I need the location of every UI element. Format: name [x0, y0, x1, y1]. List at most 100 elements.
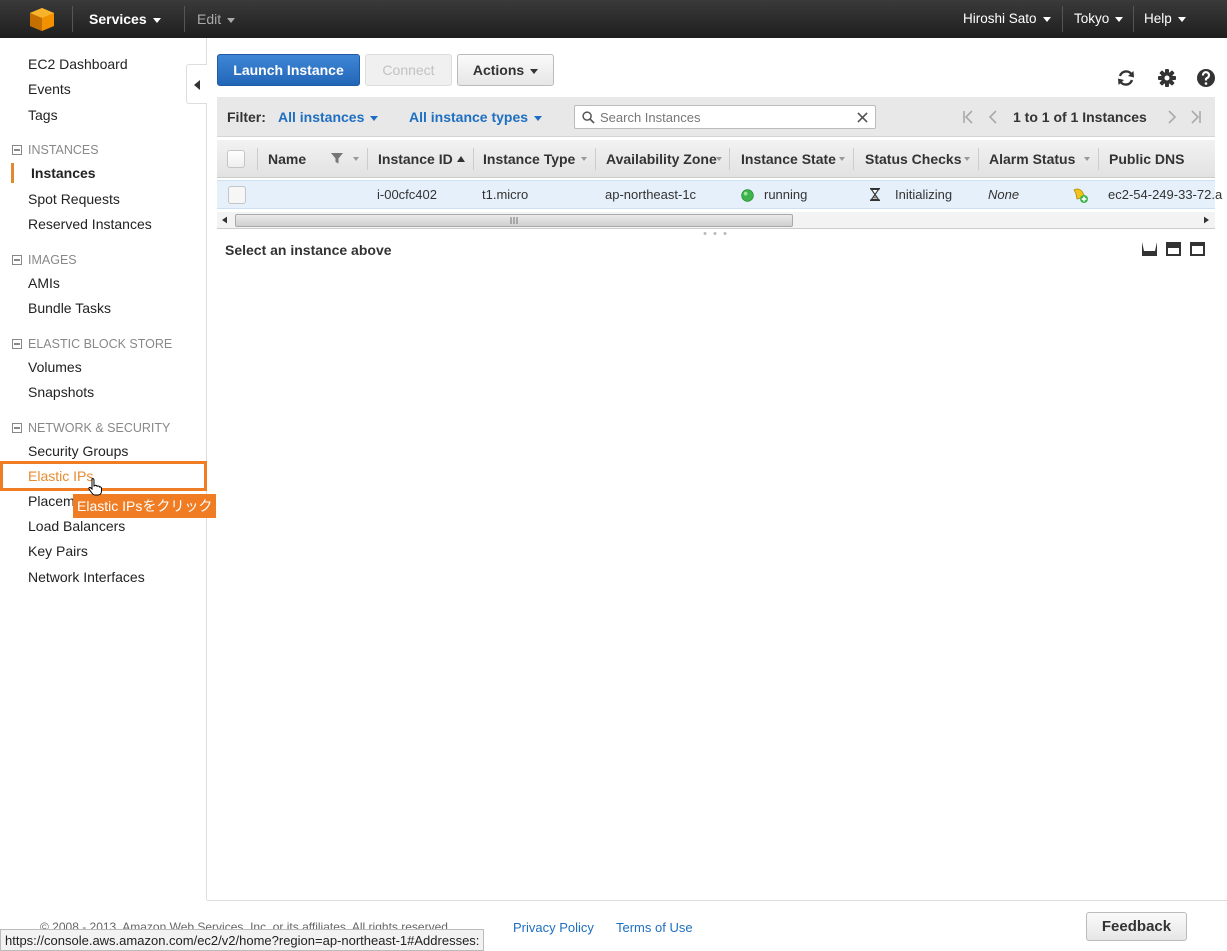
first-page-icon[interactable] [962, 110, 974, 124]
user-menu[interactable]: Hiroshi Sato [963, 0, 1051, 38]
chevron-down-icon [530, 68, 539, 74]
terms-of-use-link[interactable]: Terms of Use [616, 920, 693, 935]
instance-types-filter-dropdown[interactable]: All instance types [409, 109, 543, 125]
last-page-icon[interactable] [1190, 110, 1202, 124]
actions-button[interactable]: Actions [457, 54, 554, 86]
services-menu[interactable]: Services [89, 0, 161, 38]
add-alarm-icon[interactable] [1071, 186, 1089, 204]
cell-alarm-status: None [988, 187, 1020, 202]
search-input[interactable]: Search Instances [574, 105, 876, 129]
gear-icon[interactable] [1157, 68, 1177, 88]
annotation-callout: Elastic IPsをクリック [73, 494, 217, 518]
aws-logo-icon[interactable] [28, 6, 56, 32]
chevron-down-icon [534, 115, 543, 121]
sidebar-item-events[interactable]: Events [28, 81, 71, 97]
edit-label: Edit [197, 11, 222, 27]
panel-full-icon[interactable] [1190, 242, 1205, 256]
sidebar-item-load-balancers[interactable]: Load Balancers [28, 518, 125, 534]
chevron-down-icon [152, 17, 161, 23]
horizontal-scrollbar[interactable] [217, 212, 1215, 229]
actions-label: Actions [472, 62, 525, 78]
nav-separator [1062, 6, 1063, 32]
column-separator [729, 148, 730, 170]
column-header-instance-type[interactable]: Instance Type [483, 140, 575, 178]
select-all-checkbox[interactable] [227, 150, 245, 168]
row-checkbox[interactable] [228, 186, 246, 204]
sidebar-item-reserved-instances[interactable]: Reserved Instances [28, 216, 152, 232]
resize-handle-icon[interactable] [702, 231, 728, 236]
sidebar-section-images[interactable]: IMAGES [12, 253, 77, 267]
search-placeholder: Search Instances [600, 110, 701, 125]
scroll-left-icon[interactable] [222, 216, 227, 224]
nav-separator [1133, 6, 1134, 32]
sidebar-item-tags[interactable]: Tags [28, 107, 58, 123]
filter-funnel-icon[interactable] [330, 151, 344, 165]
sidebar-item-volumes[interactable]: Volumes [28, 359, 82, 375]
column-header-status-checks[interactable]: Status Checks [865, 140, 961, 178]
launch-instance-button[interactable]: Launch Instance [217, 54, 360, 86]
column-header-instance-state[interactable]: Instance State [741, 140, 836, 178]
panel-half-icon[interactable] [1166, 242, 1181, 256]
column-header-alarm-status[interactable]: Alarm Status [989, 140, 1075, 178]
top-nav: Services Edit Hiroshi Sato Tokyo Help [0, 0, 1227, 38]
sort-caret-icon[interactable] [581, 157, 587, 161]
sidebar-item-security-groups[interactable]: Security Groups [28, 443, 128, 459]
feedback-button[interactable]: Feedback [1086, 912, 1187, 941]
collapse-minus-icon [12, 339, 22, 349]
sort-caret-icon[interactable] [1084, 157, 1090, 161]
sidebar-item-key-pairs[interactable]: Key Pairs [28, 543, 88, 559]
instances-filter-dropdown[interactable]: All instances [278, 109, 379, 125]
hand-cursor-icon [88, 478, 102, 496]
next-page-icon[interactable] [1167, 110, 1177, 124]
sort-caret-icon[interactable] [353, 157, 359, 161]
help-menu[interactable]: Help [1144, 0, 1186, 38]
column-separator [853, 148, 854, 170]
sidebar-item-ec2-dashboard[interactable]: EC2 Dashboard [28, 56, 128, 72]
sort-caret-icon[interactable] [839, 157, 845, 161]
help-icon[interactable] [1196, 68, 1216, 88]
column-header-instance-id[interactable]: Instance ID [378, 140, 453, 178]
chevron-down-icon [227, 17, 236, 23]
sidebar-item-amis[interactable]: AMIs [28, 275, 60, 291]
sidebar-item-placement-groups[interactable]: Placem [28, 493, 75, 509]
region-label: Tokyo [1074, 11, 1110, 26]
sidebar-item-spot-requests[interactable]: Spot Requests [28, 191, 120, 207]
cell-public-dns: ec2-54-249-33-72.a [1108, 187, 1223, 202]
column-header-availability-zone[interactable]: Availability Zone [606, 140, 717, 178]
column-separator [257, 148, 258, 170]
chevron-down-icon [370, 115, 379, 121]
column-header-name[interactable]: Name [268, 140, 306, 178]
column-header-public-dns[interactable]: Public DNS [1109, 140, 1184, 178]
cell-instance-type: t1.micro [482, 187, 529, 202]
sort-ascending-icon[interactable] [457, 156, 465, 162]
sidebar-section-instances[interactable]: INSTANCES [12, 143, 99, 157]
panel-bottom-icon[interactable] [1142, 242, 1157, 256]
prev-page-icon[interactable] [988, 110, 998, 124]
sidebar-item-bundle-tasks[interactable]: Bundle Tasks [28, 300, 111, 316]
running-status-icon [741, 189, 754, 202]
sidebar-section-label: IMAGES [28, 253, 77, 267]
connect-button[interactable]: Connect [365, 54, 452, 86]
sidebar-item-instances[interactable]: Instances [31, 165, 96, 181]
collapse-sidebar-button[interactable] [186, 64, 207, 104]
sidebar-section-network-security[interactable]: NETWORK & SECURITY [12, 421, 170, 435]
edit-menu[interactable]: Edit [197, 0, 236, 38]
sort-caret-icon[interactable] [716, 157, 722, 161]
pagination-label: 1 to 1 of 1 Instances [1013, 109, 1147, 125]
refresh-icon[interactable] [1116, 68, 1136, 88]
instance-types-filter-label: All instance types [409, 109, 529, 125]
search-icon [582, 111, 595, 124]
clear-search-icon[interactable] [857, 112, 868, 123]
sort-caret-icon[interactable] [964, 157, 970, 161]
scroll-right-icon[interactable] [1204, 216, 1209, 224]
collapse-minus-icon [12, 145, 22, 155]
sidebar-section-ebs[interactable]: ELASTIC BLOCK STORE [12, 337, 172, 351]
table-row[interactable]: i-00cfc402 t1.micro ap-northeast-1c runn… [217, 180, 1222, 209]
filter-bar: Filter: All instances All instance types… [217, 97, 1215, 137]
region-menu[interactable]: Tokyo [1074, 0, 1124, 38]
privacy-policy-link[interactable]: Privacy Policy [513, 920, 594, 935]
sidebar-item-snapshots[interactable]: Snapshots [28, 384, 94, 400]
sidebar-item-network-interfaces[interactable]: Network Interfaces [28, 569, 145, 585]
active-indicator [11, 163, 14, 183]
scrollbar-thumb[interactable] [235, 214, 793, 227]
